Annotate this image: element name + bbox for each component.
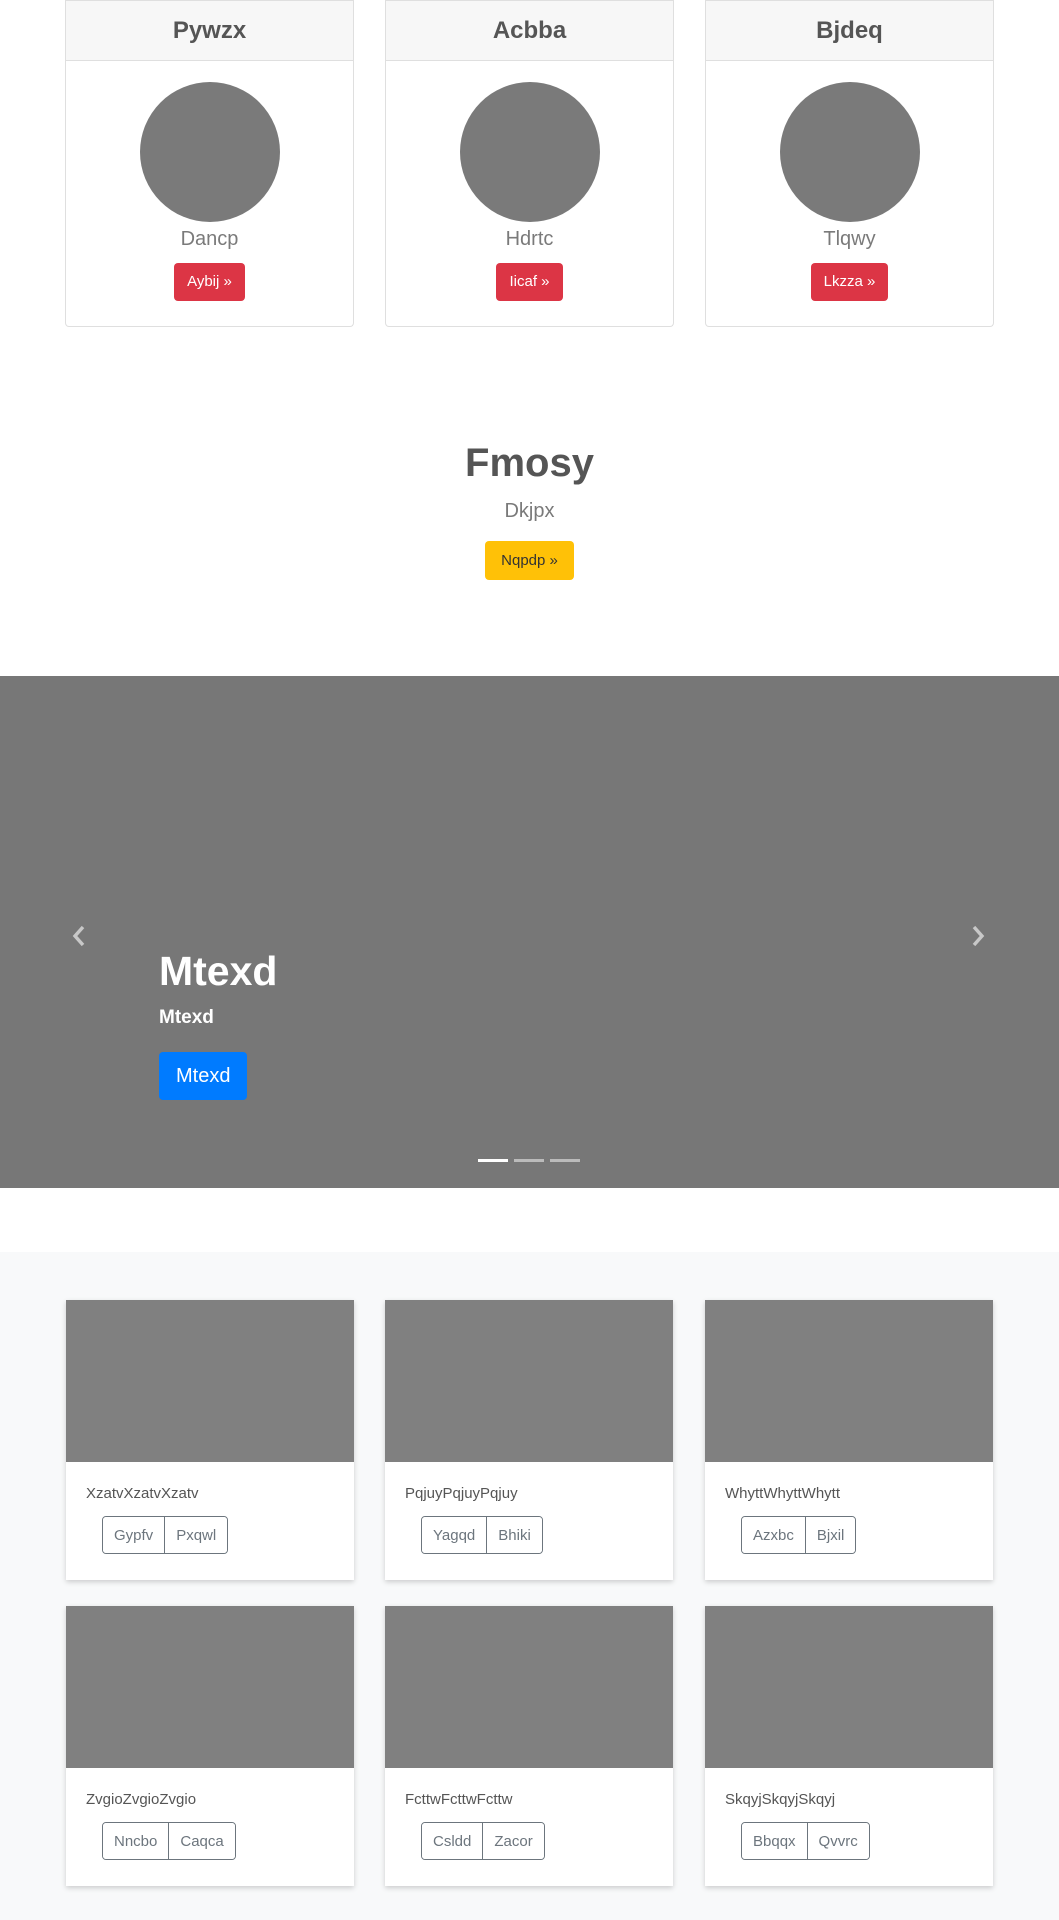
profile-card: Bjdeq Tlqwy Lkzza » xyxy=(705,0,994,327)
album-view-button[interactable]: Gypfv xyxy=(103,1517,165,1553)
album-view-button[interactable]: Csldd xyxy=(422,1823,483,1859)
album-card-text: PqjuyPqjuyPqjuy xyxy=(405,1485,518,1502)
avatar xyxy=(779,82,920,222)
album-edit-button[interactable]: Bjxil xyxy=(804,1517,856,1553)
album-card-text: SkqyjSkqyjSkqyj xyxy=(725,1791,836,1808)
album-view-button[interactable]: Bbqqx xyxy=(742,1823,807,1859)
album-card: PqjuyPqjuyPqjuy Yagqd Bhiki xyxy=(385,1300,673,1580)
profile-card-name: Acbba xyxy=(386,0,673,61)
carousel-indicator[interactable] xyxy=(550,1159,580,1162)
profile-card: Acbba Hdrtc Iicaf » xyxy=(385,0,674,327)
avatar xyxy=(139,82,280,222)
album-thumbnail xyxy=(705,1300,993,1462)
carousel-indicator[interactable] xyxy=(478,1159,508,1162)
carousel-cta-button[interactable]: Mtexd xyxy=(159,1052,248,1100)
profile-card-subtitle: Dancp xyxy=(180,228,239,250)
profile-card-button[interactable]: Lkzza » xyxy=(810,263,889,301)
album-button-group: Azxbc Bjxil xyxy=(741,1516,857,1554)
album-card-text: WhyttWhyttWhytt xyxy=(725,1485,841,1502)
carousel-prev-button[interactable] xyxy=(59,916,99,956)
album-button-group: Gypfv Pxqwl xyxy=(102,1516,229,1554)
carousel-subtitle: Mtexd xyxy=(159,1007,214,1028)
album-thumbnail xyxy=(66,1606,354,1768)
feature-subtitle: Dkjpx xyxy=(504,500,555,522)
album-card: ZvgioZvgioZvgio Nncbo Caqca xyxy=(66,1606,354,1886)
profile-card-name: Pywzx xyxy=(66,0,353,61)
album-card: WhyttWhyttWhytt Azxbc Bjxil xyxy=(705,1300,993,1580)
album-button-group: Nncbo Caqca xyxy=(102,1822,236,1860)
album-button-group: Bbqqx Qvvrc xyxy=(741,1822,870,1860)
chevron-right-icon xyxy=(972,925,985,947)
album-view-button[interactable]: Yagqd xyxy=(422,1517,487,1553)
album-card-text: ZvgioZvgioZvgio xyxy=(86,1791,197,1808)
album-thumbnail xyxy=(66,1300,354,1462)
album-card-text: XzatvXzatvXzatv xyxy=(86,1485,199,1502)
album-button-group: Csldd Zacor xyxy=(421,1822,545,1860)
album-card: XzatvXzatvXzatv Gypfv Pxqwl xyxy=(66,1300,354,1580)
chevron-left-icon xyxy=(72,925,85,947)
album-card: SkqyjSkqyjSkqyj Bbqqx Qvvrc xyxy=(705,1606,993,1886)
avatar xyxy=(459,82,600,222)
profile-card-button[interactable]: Iicaf » xyxy=(496,263,563,301)
album-view-button[interactable]: Nncbo xyxy=(103,1823,169,1859)
profile-card-name: Bjdeq xyxy=(706,0,993,61)
feature-title: Fmosy xyxy=(465,441,594,485)
profile-card: Pywzx Dancp Aybij » xyxy=(65,0,354,327)
feature-button[interactable]: Nqpdp » xyxy=(485,541,574,580)
album-card-text: FcttwFcttwFcttw xyxy=(405,1791,513,1808)
carousel-next-button[interactable] xyxy=(958,916,998,956)
album-edit-button[interactable]: Zacor xyxy=(482,1823,544,1859)
album-section: XzatvXzatvXzatv Gypfv Pxqwl PqjuyPqjuyPq… xyxy=(0,1252,1059,1920)
profile-card-subtitle: Tlqwy xyxy=(823,228,876,250)
carousel-indicator[interactable] xyxy=(514,1159,544,1162)
album-edit-button[interactable]: Pxqwl xyxy=(164,1517,228,1553)
profile-card-subtitle: Hdrtc xyxy=(505,228,554,250)
carousel: Mtexd Mtexd Mtexd xyxy=(0,676,1059,1188)
album-card: FcttwFcttwFcttw Csldd Zacor xyxy=(385,1606,673,1886)
carousel-title: Mtexd xyxy=(159,948,278,994)
album-edit-button[interactable]: Qvvrc xyxy=(806,1823,869,1859)
carousel-indicators xyxy=(478,1159,580,1162)
album-view-button[interactable]: Azxbc xyxy=(742,1517,805,1553)
album-thumbnail xyxy=(385,1606,673,1768)
profile-card-button[interactable]: Aybij » xyxy=(174,263,245,301)
album-button-group: Yagqd Bhiki xyxy=(421,1516,543,1554)
album-thumbnail xyxy=(705,1606,993,1768)
album-edit-button[interactable]: Caqca xyxy=(168,1823,235,1859)
album-thumbnail xyxy=(385,1300,673,1462)
album-edit-button[interactable]: Bhiki xyxy=(486,1517,542,1553)
